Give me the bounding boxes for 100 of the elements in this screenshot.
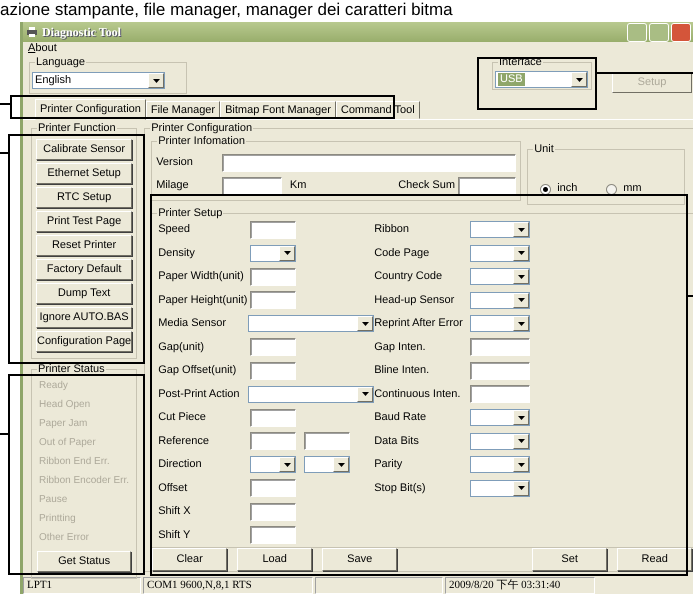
action-button[interactable]: Read — [617, 548, 692, 571]
caret-icon — [362, 322, 369, 326]
group-title: Printer Configuration — [150, 122, 254, 134]
radio-label: inch — [557, 182, 578, 196]
tab[interactable]: Printer Configuration — [35, 99, 146, 120]
input-field[interactable] — [470, 385, 530, 404]
status-text: Head Open — [38, 398, 92, 412]
input-field[interactable] — [222, 177, 282, 195]
field-label: Shift Y — [158, 528, 192, 542]
menu-item[interactable]: About — [28, 42, 57, 56]
dropdown[interactable] — [304, 456, 350, 474]
input-field[interactable] — [250, 526, 296, 544]
field-label: Reprint After Error — [374, 317, 464, 330]
minimize-button[interactable] — [627, 22, 647, 42]
group-title: Printer Infomation — [157, 135, 246, 147]
field-label: Parity — [374, 458, 404, 472]
radio-button[interactable] — [606, 184, 618, 194]
caret-icon — [518, 298, 525, 302]
input-field[interactable] — [250, 408, 296, 427]
input-field[interactable] — [250, 338, 296, 356]
function-button[interactable]: Configuration Page — [36, 331, 132, 352]
field-label: Paper Height(unit) — [158, 294, 248, 307]
language-dropdown[interactable]: English — [32, 72, 165, 89]
caret-icon — [518, 322, 525, 326]
field-label: Ribbon — [374, 223, 410, 236]
caret-icon — [152, 78, 160, 82]
function-button[interactable]: Ignore AUTO.BAS — [36, 307, 132, 328]
dropdown[interactable] — [470, 456, 530, 474]
field-label: Continuous Inten. — [374, 388, 462, 401]
input-field[interactable] — [304, 432, 350, 450]
window-title: Diagnostic Tool — [42, 24, 122, 40]
get-status-button[interactable]: Get Status — [37, 551, 132, 572]
field-label: Media Sensor — [158, 317, 228, 330]
dropdown[interactable] — [470, 292, 530, 309]
close-button[interactable] — [671, 22, 691, 42]
input-field[interactable] — [250, 479, 296, 498]
function-button[interactable]: Factory Default — [36, 259, 132, 280]
dropdown[interactable] — [470, 480, 530, 497]
status-bar-text: 2009/8/20 下午 03:31:40 — [445, 577, 595, 594]
status-text: Ribbon Encoder Err. — [38, 474, 130, 488]
action-button[interactable]: Save — [322, 548, 398, 571]
function-button[interactable]: Print Test Page — [36, 211, 132, 232]
function-button[interactable]: Reset Printer — [36, 235, 132, 256]
action-button[interactable]: Set — [532, 548, 608, 571]
input-field[interactable] — [250, 291, 296, 310]
radio-button[interactable] — [540, 184, 552, 194]
field-label: Data Bits — [374, 434, 420, 448]
maximize-button[interactable] — [649, 22, 669, 42]
input-field[interactable] — [250, 268, 296, 286]
function-button[interactable]: Calibrate Sensor — [36, 139, 132, 160]
input-field[interactable] — [250, 432, 296, 450]
input-field[interactable] — [222, 154, 516, 172]
action-button[interactable]: Clear — [152, 548, 228, 571]
caret-icon — [518, 462, 525, 467]
caret-icon — [284, 462, 291, 467]
caret-icon — [338, 462, 345, 467]
field-label: Country Code — [374, 270, 444, 284]
caret-icon — [284, 251, 291, 256]
action-button[interactable]: Load — [237, 548, 312, 571]
input-field[interactable] — [470, 362, 530, 380]
caret-icon — [518, 439, 525, 444]
field-label: Reference — [158, 434, 210, 448]
caret-icon — [518, 486, 525, 490]
status-text: Out of Paper — [38, 436, 97, 450]
caret-icon — [518, 228, 525, 232]
dropdown[interactable] — [470, 409, 530, 426]
input-field[interactable] — [250, 220, 296, 239]
function-button[interactable]: RTC Setup — [36, 187, 132, 208]
caret-icon — [518, 274, 525, 279]
input-field[interactable] — [470, 338, 530, 356]
dropdown[interactable] — [248, 386, 374, 403]
field-label: Stop Bit(s) — [374, 482, 427, 495]
caret-icon — [518, 416, 525, 420]
dropdown[interactable] — [250, 456, 296, 474]
group-title: Printer Function — [37, 122, 117, 134]
dropdown[interactable] — [470, 315, 530, 332]
function-button[interactable]: Ethernet Setup — [36, 163, 132, 184]
caption-text: azione stampante, file manager, manager dei caratteri bitma — [0, 0, 453, 21]
dropdown[interactable] — [250, 244, 296, 262]
input-field[interactable] — [250, 502, 296, 521]
dropdown[interactable] — [470, 244, 530, 262]
status-text: Paper Jam — [38, 417, 88, 431]
status-bar-text: LPT1 — [23, 577, 141, 594]
caret-icon — [576, 78, 582, 82]
input-field[interactable] — [458, 177, 516, 195]
field-label: Head-up Sensor — [374, 294, 456, 307]
dropdown[interactable] — [470, 268, 530, 286]
field-label: Gap Inten. — [374, 340, 427, 354]
input-field[interactable] — [250, 362, 296, 380]
field-label: Bline Inten. — [374, 364, 430, 378]
radio-label: mm — [623, 182, 642, 196]
group-title: Unit — [533, 143, 555, 155]
dropdown[interactable] — [248, 315, 374, 332]
status-text: Pause — [38, 493, 68, 507]
dropdown[interactable] — [470, 432, 530, 450]
function-button[interactable]: Dump Text — [36, 283, 132, 304]
status-text: Ready — [38, 379, 69, 393]
dropdown[interactable] — [470, 221, 530, 238]
caret-icon — [362, 392, 369, 396]
field-label: Check Sum — [398, 179, 456, 193]
